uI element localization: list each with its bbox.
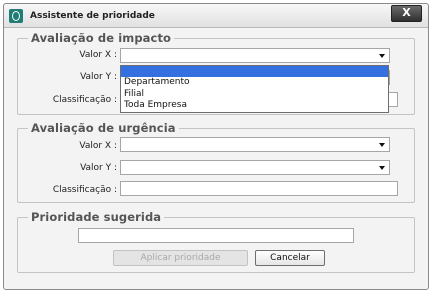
priority-legend: Prioridade sugerida: [28, 210, 165, 224]
dialog-title: Assistente de prioridade: [30, 11, 155, 21]
dropdown-option-blank[interactable]: [121, 66, 388, 77]
chevron-down-icon: [379, 143, 385, 147]
urgency-classificacao-field[interactable]: [120, 181, 398, 196]
urgency-legend: Avaliação de urgência: [28, 121, 179, 135]
urgency-valor-x-select[interactable]: [120, 137, 390, 152]
impact-valor-x-label: Valor X :: [79, 50, 117, 60]
app-logo-icon: [9, 9, 23, 23]
title-bar[interactable]: Assistente de prioridade X: [4, 4, 428, 28]
dropdown-option-toda-empresa[interactable]: Toda Empresa: [121, 100, 388, 112]
impact-legend: Avaliação de impacto: [28, 31, 175, 45]
impact-valor-x-dropdown-list[interactable]: Departamento Filial Toda Empresa: [120, 65, 389, 113]
urgency-valor-y-label: Valor Y :: [80, 163, 117, 173]
cancel-button[interactable]: Cancelar: [255, 250, 325, 266]
chevron-down-icon: [379, 54, 385, 58]
dropdown-option-filial[interactable]: Filial: [121, 89, 388, 101]
apply-priority-button[interactable]: Aplicar prioridade: [113, 250, 248, 266]
urgency-valor-x-label: Valor X :: [79, 141, 117, 151]
impact-valor-x-select[interactable]: [120, 48, 390, 63]
urgency-classificacao-label: Classificação :: [52, 185, 117, 195]
suggested-priority-field[interactable]: [78, 228, 354, 243]
chevron-down-icon: [379, 166, 385, 170]
impact-classificacao-label: Classificação :: [52, 95, 117, 105]
urgency-valor-y-select[interactable]: [120, 160, 390, 175]
dropdown-option-departamento[interactable]: Departamento: [121, 77, 388, 89]
close-button[interactable]: X: [391, 5, 422, 22]
impact-valor-y-label: Valor Y :: [80, 72, 117, 82]
